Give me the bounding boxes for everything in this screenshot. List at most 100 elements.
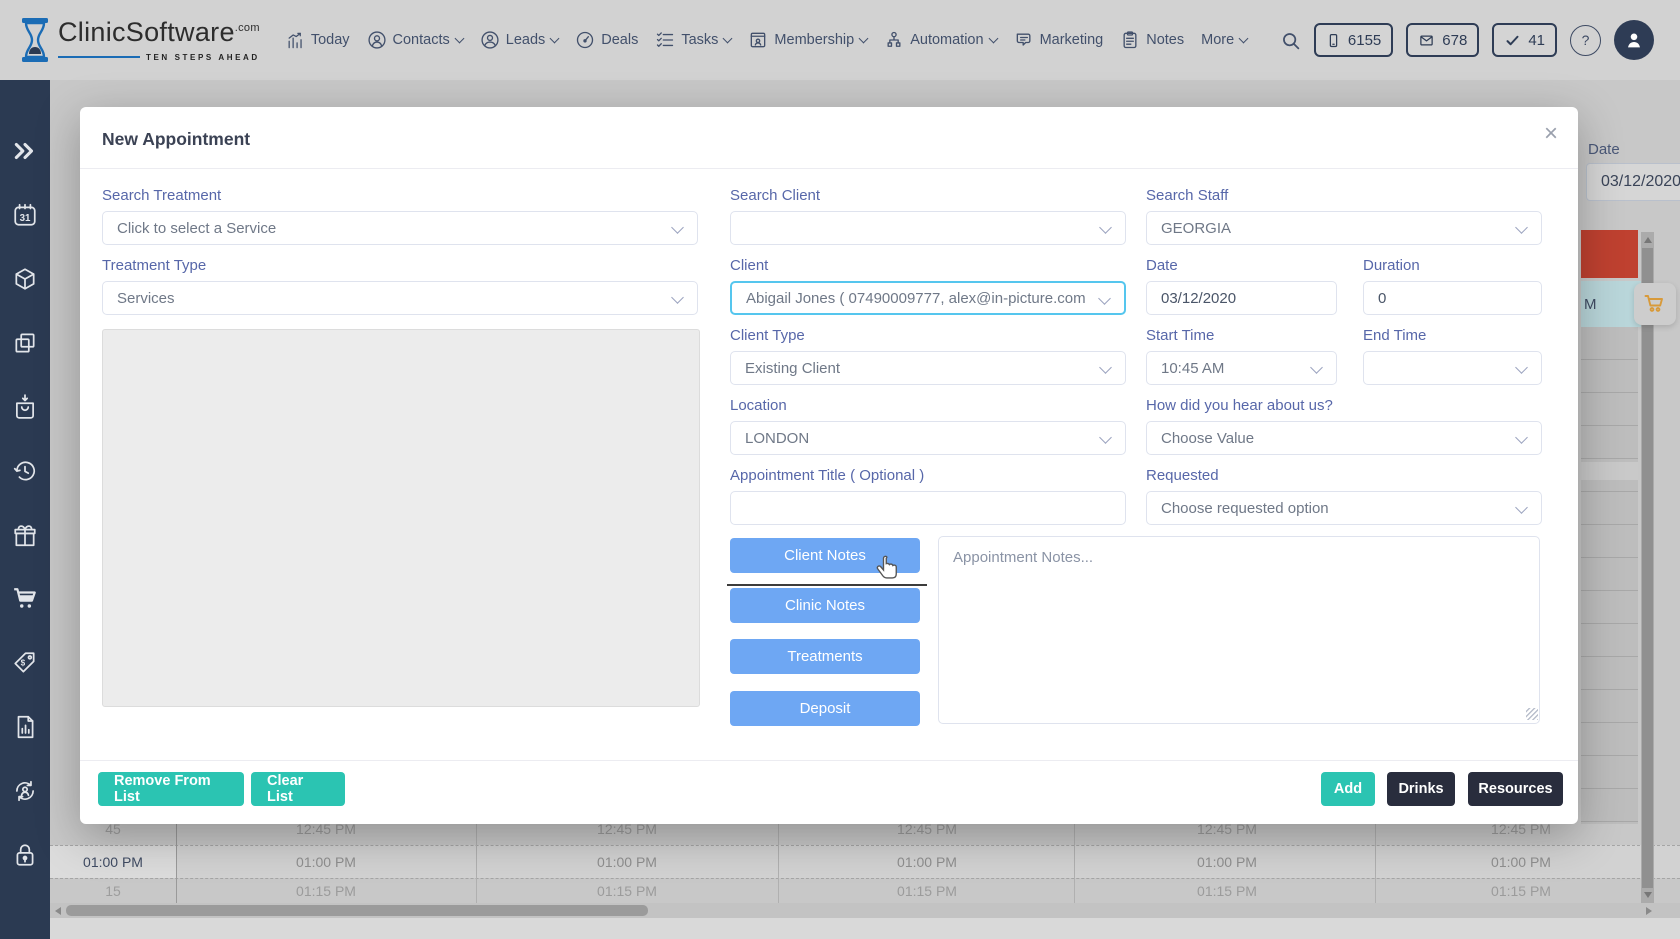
calendar-grid-line [476, 812, 477, 903]
sidebar: 31 $ [0, 80, 50, 939]
sidebar-item-report[interactable] [12, 714, 38, 740]
hear-about-select[interactable]: Choose Value [1146, 421, 1542, 455]
slot-label[interactable]: 01:15 PM [567, 879, 687, 903]
slot-label[interactable]: 01:15 PM [1167, 879, 1287, 903]
price-tag-icon: $ [12, 650, 38, 676]
emails-counter[interactable]: 678 [1406, 23, 1479, 57]
sidebar-item-copy[interactable] [12, 330, 38, 356]
nav-membership[interactable]: Membership [748, 30, 867, 50]
calendar-row-0115: 15 01:15 PM 01:15 PM 01:15 PM 01:15 PM 0… [50, 878, 1680, 903]
nav-deals[interactable]: Deals [575, 30, 638, 50]
sidebar-item-client-sync[interactable] [12, 778, 38, 804]
user-avatar[interactable] [1614, 20, 1654, 60]
help-button[interactable]: ? [1570, 25, 1601, 56]
chevron-down-icon [1515, 501, 1528, 514]
search-treatment-select[interactable]: Click to select a Service [102, 211, 698, 245]
sidebar-item-cart[interactable] [12, 586, 38, 612]
search-icon[interactable] [1280, 30, 1301, 51]
hear-about-value: Choose Value [1161, 430, 1254, 447]
slot-label[interactable]: 01:15 PM [266, 879, 386, 903]
chevron-down-icon [1239, 33, 1249, 43]
start-time-select[interactable]: 10:45 AM [1146, 351, 1337, 385]
calls-counter[interactable]: 6155 [1314, 23, 1393, 57]
slot-label[interactable]: 01:00 PM [266, 846, 386, 878]
membership-card-icon [748, 30, 768, 50]
horizontal-scrollbar[interactable] [50, 903, 1680, 918]
slot-label[interactable]: 01:00 PM [1167, 846, 1287, 878]
nav-notes[interactable]: Notes [1120, 30, 1184, 50]
add-button[interactable]: Add [1321, 772, 1375, 806]
nav-more[interactable]: More [1201, 32, 1247, 48]
tasks-counter[interactable]: 41 [1492, 23, 1557, 57]
search-client-select[interactable] [730, 211, 1126, 245]
slot-label[interactable]: 01:00 PM [1461, 846, 1581, 878]
horizontal-scroll-thumb[interactable] [66, 905, 648, 916]
expand-icon [12, 138, 38, 164]
search-staff-label: Search Staff [1146, 187, 1228, 204]
emails-count: 678 [1442, 32, 1467, 49]
chevron-down-icon [1099, 361, 1112, 374]
drinks-button[interactable]: Drinks [1387, 772, 1455, 806]
sidebar-item-lock[interactable] [12, 842, 38, 868]
sidebar-item-calendar[interactable]: 31 [12, 202, 38, 228]
scroll-up-arrow[interactable] [1644, 237, 1652, 243]
sidebar-item-history[interactable] [12, 458, 38, 484]
nav-today[interactable]: Today [286, 31, 350, 50]
end-time-select[interactable] [1363, 351, 1542, 385]
slot-label[interactable]: 01:00 PM [567, 846, 687, 878]
treatment-type-select[interactable]: Services [102, 281, 698, 315]
brand-name: ClinicSoftware [58, 17, 235, 47]
calendar-event-red[interactable] [1581, 230, 1638, 278]
slot-label[interactable]: 01:15 PM [867, 879, 987, 903]
sidebar-item-package[interactable] [12, 266, 38, 292]
nav-tasks[interactable]: Tasks [655, 30, 731, 50]
client-select[interactable]: Abigail Jones ( 07490009777, alex@in-pic… [730, 281, 1126, 315]
clinic-notes-button[interactable]: Clinic Notes [730, 588, 920, 623]
calendar-event-selected[interactable]: M [1581, 281, 1641, 327]
sidebar-item-price-tag[interactable]: $ [12, 650, 38, 676]
nav-leads[interactable]: Leads [480, 30, 559, 50]
nav-automation[interactable]: Automation [884, 30, 996, 50]
treatments-button[interactable]: Treatments [730, 639, 920, 674]
duration-input[interactable] [1363, 281, 1542, 315]
calendar-grid-line [176, 812, 177, 903]
date-input[interactable] [1146, 281, 1337, 315]
sidebar-item-shopping-bag[interactable] [12, 394, 38, 420]
nav-tasks-label: Tasks [681, 32, 718, 48]
scroll-right-arrow[interactable] [1646, 907, 1652, 915]
vertical-scroll-thumb[interactable] [1642, 248, 1653, 888]
textarea-resize-grip[interactable] [1526, 708, 1538, 720]
svg-text:$: $ [21, 659, 26, 668]
scroll-down-arrow[interactable] [1644, 892, 1652, 898]
slot-label[interactable]: 01:00 PM [867, 846, 987, 878]
vertical-scrollbar[interactable] [1641, 232, 1654, 903]
topbar: ClinicSoftware.com TEN STEPS AHEAD Today… [0, 0, 1680, 80]
chevron-down-icon [988, 33, 998, 43]
client-type-select[interactable]: Existing Client [730, 351, 1126, 385]
clear-list-button[interactable]: Clear List [251, 772, 345, 806]
location-select[interactable]: LONDON [730, 421, 1126, 455]
appointment-title-input[interactable] [730, 491, 1126, 525]
calendar-grid-line [1074, 812, 1075, 903]
sidebar-item-expand[interactable] [12, 138, 38, 164]
close-icon[interactable]: × [1536, 119, 1566, 149]
search-staff-select[interactable]: GEORGIA [1146, 211, 1542, 245]
resources-button[interactable]: Resources [1468, 772, 1563, 806]
requested-select[interactable]: Choose requested option [1146, 491, 1542, 525]
sidebar-item-gift[interactable] [12, 522, 38, 548]
bg-date-input[interactable] [1586, 163, 1680, 201]
history-icon [12, 458, 38, 484]
app-logo[interactable]: ClinicSoftware.com TEN STEPS AHEAD [20, 17, 260, 63]
gift-icon [12, 522, 38, 548]
nav-marketing[interactable]: Marketing [1014, 30, 1104, 50]
slot-label[interactable]: 01:15 PM [1461, 879, 1581, 903]
appointment-notes-textarea[interactable] [938, 536, 1540, 724]
cart-floating-button[interactable] [1634, 283, 1676, 325]
nav-contacts[interactable]: Contacts [367, 30, 463, 50]
calls-count: 6155 [1348, 32, 1381, 49]
location-value: LONDON [745, 430, 809, 447]
chevron-down-icon [454, 33, 464, 43]
scroll-left-arrow[interactable] [55, 907, 61, 915]
deposit-button[interactable]: Deposit [730, 691, 920, 726]
remove-from-list-button[interactable]: Remove From List [98, 772, 244, 806]
